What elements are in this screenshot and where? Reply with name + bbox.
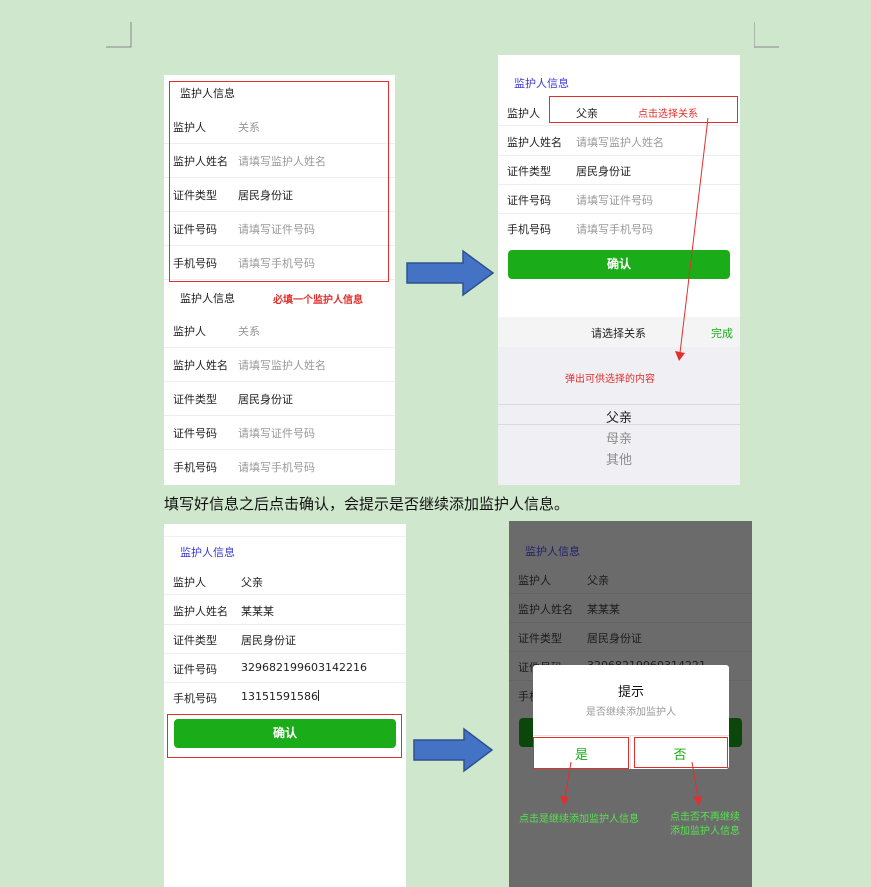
field-label: 证件类型 [173, 634, 217, 647]
right-arrow-icon [413, 727, 494, 773]
corner-mark-right [754, 22, 779, 48]
field-label: 手机号码 [173, 461, 217, 474]
field-label: 手机号码 [173, 692, 217, 705]
yes-note: 点击是继续添加监护人信息 [519, 814, 639, 825]
field-row-id-type: 证件类型 居民身份证 [509, 622, 752, 652]
phone-value: 13151591586 [241, 690, 319, 703]
section-title: 监护人信息 [514, 77, 569, 90]
name-placeholder: 请填写监护人姓名 [576, 136, 664, 149]
field-row-phone[interactable]: 手机号码 请填写手机号码 [164, 449, 395, 483]
field-row-relation[interactable]: 监护人 父亲 [164, 565, 406, 595]
field-label: 监护人 [507, 107, 540, 120]
id-number-placeholder: 请填写证件号码 [576, 194, 653, 207]
field-label: 监护人姓名 [518, 603, 573, 616]
no-note-line1: 点击否不再继续 [670, 812, 740, 823]
id-type-value: 居民身份证 [587, 632, 642, 645]
right-arrow-icon [406, 249, 495, 297]
field-row-name: 监护人姓名 某某某 [509, 593, 752, 623]
id-type-value: 居民身份证 [576, 165, 631, 178]
field-label: 监护人姓名 [507, 136, 562, 149]
no-note-line2: 添加监护人信息 [670, 826, 740, 837]
name-value: 某某某 [587, 603, 620, 616]
field-label: 监护人 [173, 576, 206, 589]
id-type-value: 居民身份证 [241, 634, 296, 647]
field-row-relation: 监护人 父亲 [509, 564, 752, 594]
screen-guardian-form-filled: 监护人信息 监护人 父亲 监护人姓名 某某某 证件类型 居民身份证 证件号码 3… [164, 524, 406, 887]
field-label: 证件号码 [173, 427, 217, 440]
phone-placeholder: 请填写手机号码 [576, 223, 653, 236]
picker-option[interactable]: 母亲 [498, 428, 740, 447]
field-row-id-number[interactable]: 证件号码 请填写证件号码 [164, 415, 395, 450]
field-label: 证件类型 [507, 165, 551, 178]
relation-value: 父亲 [587, 574, 609, 587]
phone-placeholder: 请填写手机号码 [238, 461, 315, 474]
picker-title: 请选择关系 [591, 327, 646, 340]
field-label: 手机号码 [507, 223, 551, 236]
relation-placeholder: 关系 [238, 325, 260, 338]
field-row-id-number[interactable]: 证件号码 329682199603142216 [164, 653, 406, 683]
required-note: 必填一个监护人信息 [273, 295, 363, 306]
annotation-arrow-icon [560, 761, 572, 806]
picker-option[interactable]: 父亲 [498, 407, 740, 426]
field-label: 监护人 [518, 574, 551, 587]
caption: 填写好信息之后点击确认，会提示是否继续添加监护人信息。 [164, 495, 570, 513]
field-row-phone[interactable]: 手机号码 13151591586 [164, 682, 406, 711]
field-label: 证件号码 [507, 194, 551, 207]
id-type-value: 居民身份证 [238, 393, 293, 406]
section-title: 监护人信息 [180, 292, 235, 305]
annotation-arrow-icon [675, 117, 709, 361]
field-label: 监护人 [173, 325, 206, 338]
field-label: 证件号码 [173, 663, 217, 676]
field-label: 监护人姓名 [173, 605, 228, 618]
highlight-box-no [634, 737, 728, 768]
annotation-arrow-icon [691, 761, 702, 806]
name-value: 某某某 [241, 605, 274, 618]
popup-note: 弹出可供选择的内容 [565, 374, 655, 385]
picker-wheel[interactable]: 弹出可供选择的内容 父亲 母亲 其他 [498, 347, 740, 485]
corner-mark-left [106, 22, 132, 48]
name-placeholder: 请填写监护人姓名 [238, 359, 326, 372]
id-number-placeholder: 请填写证件号码 [238, 427, 315, 440]
relation-value: 父亲 [241, 576, 263, 589]
section-title: 监护人信息 [180, 546, 235, 559]
field-label: 证件类型 [518, 632, 562, 645]
dialog-title: 提示 [617, 685, 644, 700]
highlight-box-confirm [167, 714, 402, 758]
dialog-message: 是否继续添加监护人 [586, 707, 676, 718]
picker-option[interactable]: 其他 [498, 449, 740, 468]
id-number-value: 329682199603142216 [241, 661, 367, 674]
field-label: 监护人姓名 [173, 359, 228, 372]
field-row-relation[interactable]: 监护人 关系 [164, 313, 395, 348]
field-row-name[interactable]: 监护人姓名 某某某 [164, 595, 406, 625]
screen-continue-dialog: 监护人信息 监护人 父亲 监护人姓名 某某某 证件类型 居民身份证 证件号码 3… [509, 521, 752, 887]
field-row-id-type[interactable]: 证件类型 居民身份证 [164, 624, 406, 654]
highlight-box-first-form [169, 81, 389, 282]
top-divider [164, 536, 406, 537]
field-row-id-type[interactable]: 证件类型 居民身份证 [164, 381, 395, 416]
field-label: 证件类型 [173, 393, 217, 406]
highlight-box-yes [533, 737, 629, 769]
section-title: 监护人信息 [525, 545, 580, 558]
phone-value-text: 13151591586 [241, 690, 318, 703]
text-cursor [317, 690, 319, 701]
field-row-name[interactable]: 监护人姓名 请填写监护人姓名 [164, 347, 395, 382]
dialog-divider [533, 735, 729, 736]
